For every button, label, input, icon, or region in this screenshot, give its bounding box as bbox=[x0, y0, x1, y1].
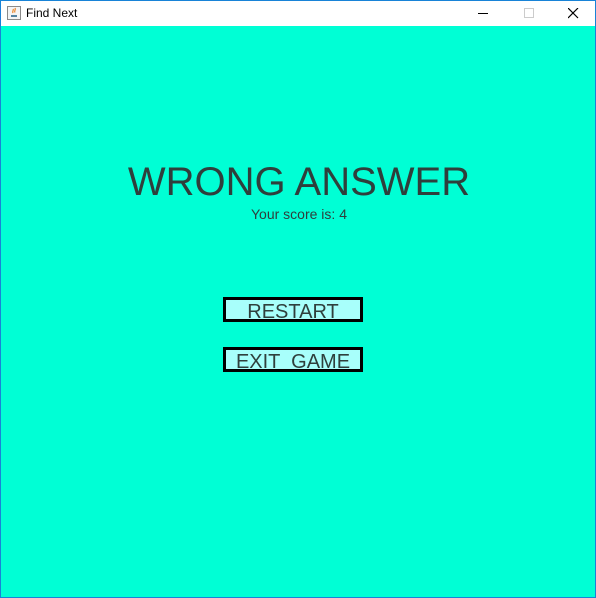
minimize-button[interactable] bbox=[460, 1, 506, 26]
restart-button[interactable]: RESTART bbox=[223, 297, 363, 323]
close-icon bbox=[568, 8, 579, 19]
result-headline: WRONG ANSWER bbox=[127, 160, 471, 204]
close-button[interactable] bbox=[550, 1, 596, 26]
maximize-button[interactable] bbox=[506, 1, 552, 26]
maximize-icon bbox=[524, 8, 534, 18]
app-window: Find Next WRONG ANSWER Your score is: 4 … bbox=[0, 0, 596, 598]
java-app-icon bbox=[7, 6, 21, 20]
score-text: Your score is: 4 bbox=[251, 206, 347, 222]
minimize-icon bbox=[478, 13, 488, 14]
exit-game-button[interactable]: EXIT GAME bbox=[223, 347, 363, 373]
title-bar[interactable]: Find Next bbox=[1, 1, 595, 26]
game-panel: WRONG ANSWER Your score is: 4 RESTART EX… bbox=[1, 26, 595, 597]
window-title: Find Next bbox=[26, 6, 78, 20]
